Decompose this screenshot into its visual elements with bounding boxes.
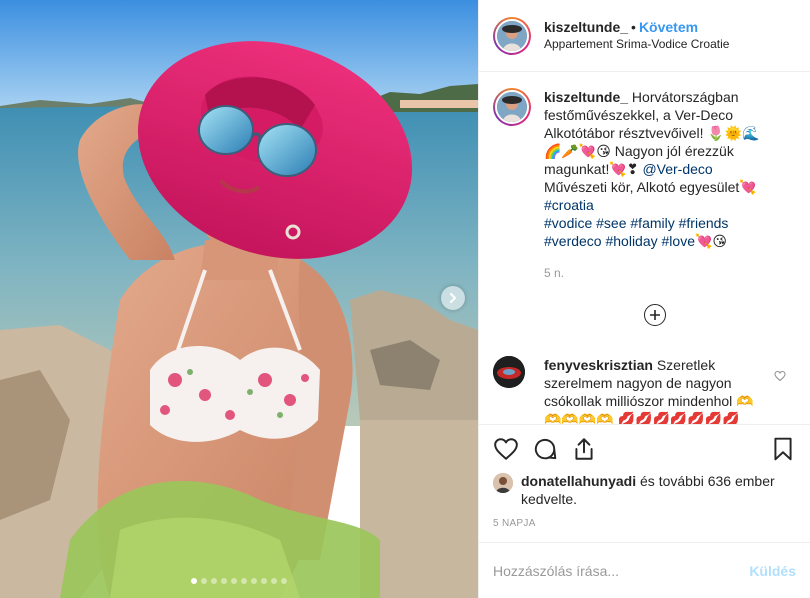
hashtag-link[interactable]: #vodice #see #family #friends [544,215,728,231]
carousel-dot [281,578,287,584]
comment-input[interactable] [493,562,750,579]
author-avatar[interactable] [493,16,531,55]
comments-area: kiszeltunde_ Horvátországban festőművész… [479,72,810,424]
post-details-panel: kiszeltunde_ • Követem Appartement Srima-V… [478,0,810,598]
carousel-dot [271,578,277,584]
carousel-dot [261,578,267,584]
commenter-username[interactable]: fenyveskrisztian [544,357,653,373]
caption-emoji: 💘😘 [695,233,728,249]
beach-photo [0,0,478,598]
chevron-right-icon [450,293,456,303]
caption-text: kiszeltunde_ Horvátországban festőművész… [544,88,770,282]
hashtag-link[interactable]: #verdeco #holiday #love [544,233,695,249]
post-header: kiszeltunde_ • Követem Appartement Srima-V… [479,0,810,72]
heart-icon[interactable] [493,436,519,462]
bookmark-icon[interactable] [770,436,796,462]
carousel-dot [251,578,257,584]
load-more-comments-button[interactable] [643,304,666,326]
separator-dot: • [631,18,636,35]
carousel-dot [191,578,197,584]
hashtag-link[interactable]: #croatia [544,197,594,213]
add-comment-bar: Küldés [479,542,810,598]
caption-avatar[interactable] [493,88,531,126]
liker-username[interactable]: donatellahunyadi [521,473,636,489]
action-bar [479,424,810,472]
mention-link[interactable]: @Ver-deco [642,161,712,177]
next-photo-button[interactable] [441,286,465,310]
carousel-dot [231,578,237,584]
liker-avatar[interactable] [493,473,513,493]
author-username[interactable]: kiszeltunde_ [544,19,628,35]
caption-username[interactable]: kiszeltunde_ [544,89,628,105]
commenter-avatar[interactable] [493,356,525,388]
carousel-dot [241,578,247,584]
follow-button[interactable]: Követem [639,19,698,35]
carousel-indicator [0,578,478,584]
carousel-dot [201,578,207,584]
comment-text: fenyveskrisztian Szeretlek szerelmem nag… [544,356,754,424]
carousel-dot [211,578,217,584]
like-comment-icon[interactable] [774,370,786,382]
plus-circle-icon [649,310,660,320]
likes-summary: donatellahunyadi és további 636 ember ke… [479,472,810,514]
comment-item: fenyveskrisztian Szeretlek szerelmem nag… [493,356,796,424]
instagram-post: kiszeltunde_ • Követem Appartement Srima-V… [0,0,810,598]
caption-time[interactable]: 5 n. [544,264,770,282]
post-photo[interactable] [0,0,478,598]
post-timestamp[interactable]: 5 NAPJA [479,514,810,542]
comment-icon[interactable] [532,436,558,462]
share-icon[interactable] [571,436,597,462]
post-location[interactable]: Appartement Srima-Vodice Croatie [544,36,729,53]
caption-body-2: Művészeti kör, Alkotó egyesület💘 [544,179,757,195]
carousel-dot [221,578,227,584]
caption: kiszeltunde_ Horvátországban festőművész… [493,88,796,282]
send-comment-button[interactable]: Küldés [749,563,796,579]
